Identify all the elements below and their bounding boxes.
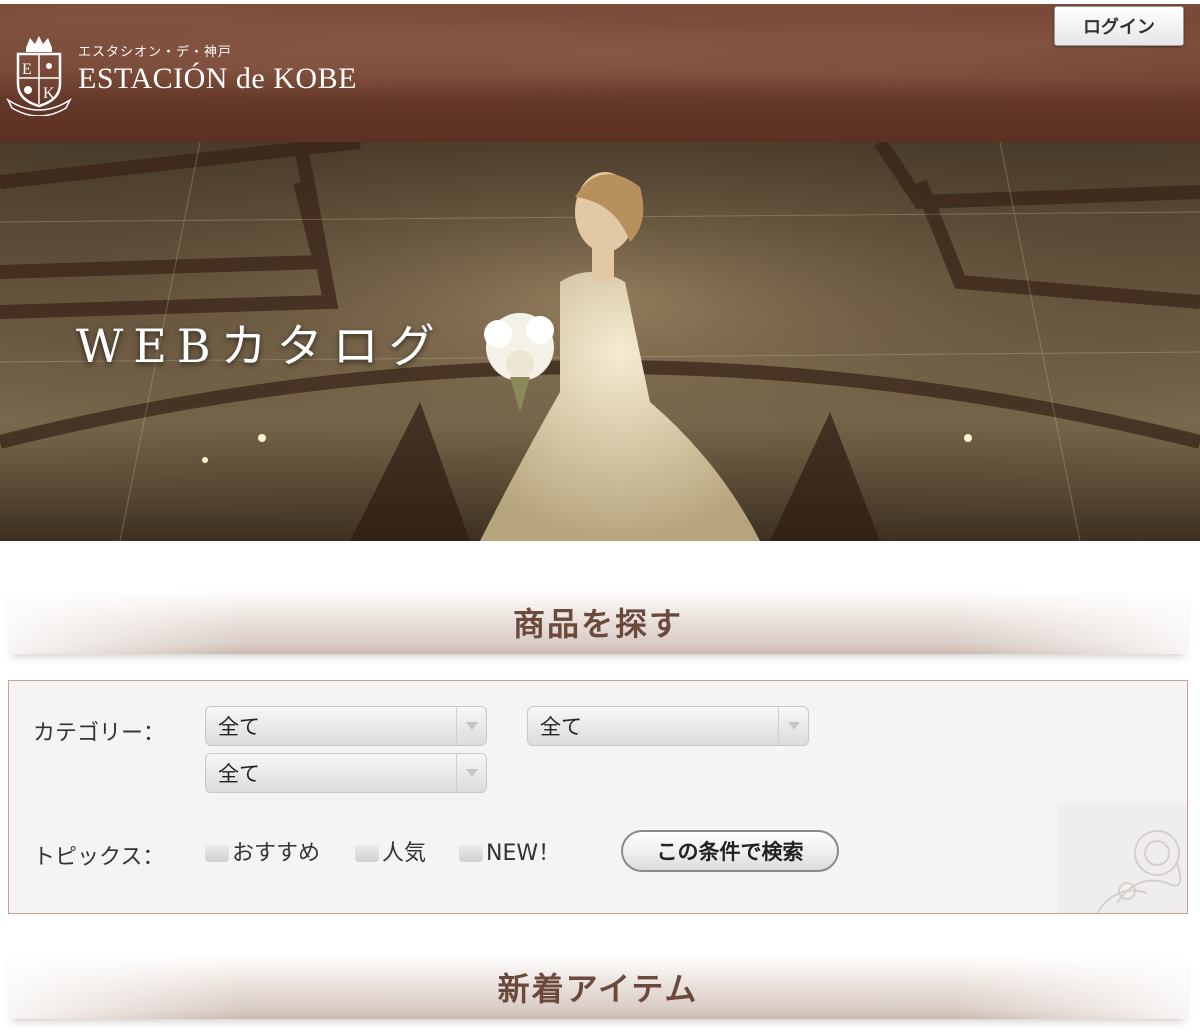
chevron-down-icon [456, 754, 486, 792]
hero-banner: WEBカタログ [0, 142, 1200, 541]
chevron-down-icon [456, 707, 486, 745]
search-button[interactable]: この条件で検索 [621, 830, 839, 872]
site-logo[interactable]: E K エスタシオン・デ・神戸 ESTACIÓN de KOBE [6, 34, 357, 116]
new-items-section-header: 新着アイテム [8, 955, 1188, 1019]
logo-title: ESTACIÓN de KOBE [78, 61, 357, 95]
category-select-1-value: 全て [218, 715, 260, 739]
topics-label: トピックス： [33, 845, 165, 870]
ornament-icon [1057, 803, 1187, 913]
svg-text:E: E [22, 61, 32, 78]
logo-subtitle: エスタシオン・デ・神戸 [78, 44, 233, 60]
login-button[interactable]: ログイン [1054, 6, 1184, 46]
category-select-2[interactable]: 全て [527, 706, 809, 746]
topic-popular[interactable]: 人気 [355, 835, 426, 867]
checkbox[interactable] [355, 844, 379, 862]
category-label: カテゴリー： [33, 721, 166, 746]
new-items-section-title: 新着アイテム [497, 970, 699, 1008]
hero-title: WEBカタログ [76, 319, 445, 373]
category-select-2-value: 全て [540, 715, 582, 739]
search-section-header: 商品を探す [8, 590, 1188, 654]
search-panel: カテゴリー： 全て 全て 全て トピックス： おすすめ 人気 NEW！ この条件… [8, 680, 1188, 914]
crest-icon: E K [6, 36, 72, 116]
search-section-title: 商品を探す [512, 605, 683, 643]
category-select-1[interactable]: 全て [205, 706, 487, 746]
topic-recommended[interactable]: おすすめ [205, 835, 320, 867]
category-select-3-value: 全て [218, 762, 260, 786]
topic-popular-label: 人気 [382, 841, 427, 866]
category-select-3[interactable]: 全て [205, 753, 487, 793]
svg-text:K: K [43, 85, 55, 102]
topic-recommended-label: おすすめ [232, 841, 321, 866]
checkbox[interactable] [205, 844, 229, 862]
topic-new[interactable]: NEW！ [459, 835, 560, 867]
site-header: E K エスタシオン・デ・神戸 ESTACIÓN de KOBE ログイン [0, 0, 1200, 142]
topic-new-label: NEW！ [486, 841, 561, 866]
checkbox[interactable] [459, 844, 483, 862]
chevron-down-icon [778, 707, 808, 745]
